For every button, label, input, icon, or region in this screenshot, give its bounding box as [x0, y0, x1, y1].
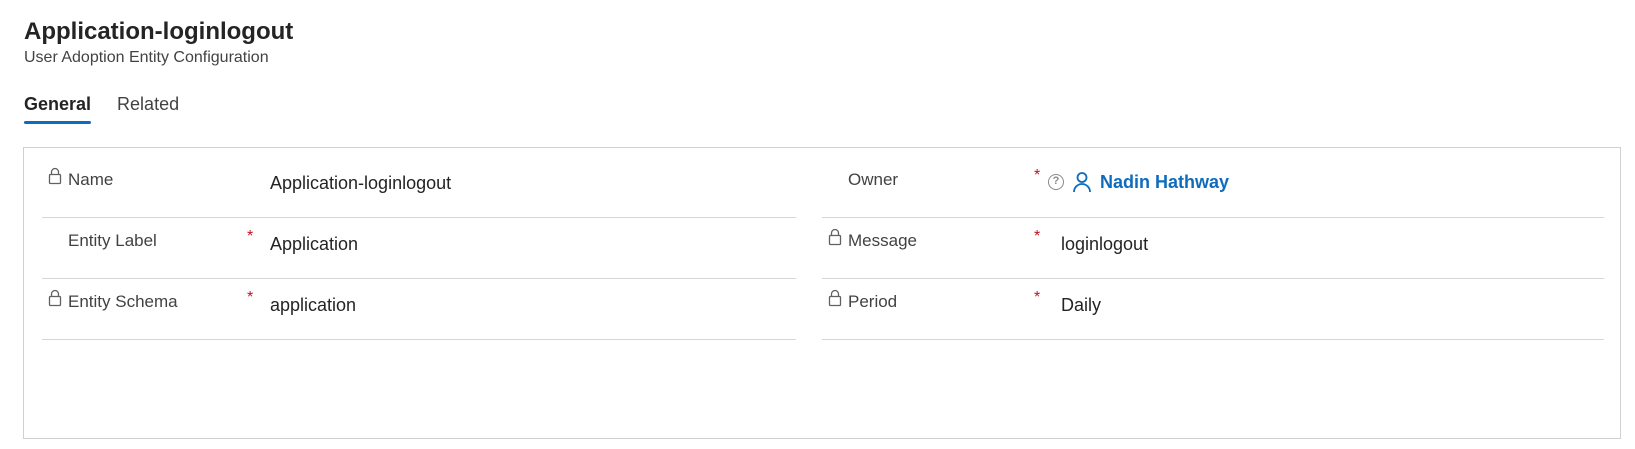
tab-general[interactable]: General [24, 92, 92, 124]
field-label-owner: Owner [848, 170, 899, 189]
lock-icon [48, 289, 62, 307]
tab-related[interactable]: Related [117, 92, 179, 124]
owner-link[interactable]: Nadin Hathway [1100, 172, 1229, 193]
required-indicator: * [247, 228, 254, 245]
field-label-entity-schema: Entity Schema [68, 292, 178, 311]
tab-list: General Related [24, 92, 179, 124]
field-label-period: Period [848, 292, 898, 311]
field-period: Period * Daily [822, 279, 1604, 340]
page-subtitle: User Adoption Entity Configuration [24, 49, 269, 66]
field-value-message[interactable]: loginlogout [1061, 233, 1148, 255]
field-label-message: Message [848, 231, 917, 250]
lock-icon [828, 228, 842, 246]
field-entity-label: Entity Label * Application [42, 218, 796, 279]
lock-icon [48, 167, 62, 185]
field-value-name[interactable]: Application-loginlogout [270, 172, 451, 194]
field-name: Name Application-loginlogout [42, 157, 796, 218]
required-indicator: * [1034, 289, 1041, 306]
lock-icon [828, 289, 842, 307]
field-message: Message * loginlogout [822, 218, 1604, 279]
field-label-entity-label: Entity Label [68, 231, 157, 250]
required-indicator: * [1034, 167, 1041, 184]
form-column-left: Name Application-loginlogout Entity Labe… [42, 157, 796, 340]
field-label-name: Name [68, 170, 114, 189]
person-icon [1073, 172, 1091, 193]
field-value-period[interactable]: Daily [1061, 294, 1101, 316]
form-column-right: Owner * ? Nadin Hathway Message * loginl… [822, 157, 1604, 340]
help-icon[interactable]: ? [1048, 174, 1064, 190]
general-section: Name Application-loginlogout Entity Labe… [23, 147, 1621, 439]
required-indicator: * [247, 289, 254, 306]
owner-lookup: ? Nadin Hathway [1048, 171, 1229, 193]
field-entity-schema: Entity Schema * application [42, 279, 796, 340]
field-value-entity-schema[interactable]: application [270, 294, 356, 316]
required-indicator: * [1034, 228, 1041, 245]
page-header: Application-loginlogout User Adoption En… [24, 16, 293, 68]
field-value-entity-label[interactable]: Application [270, 233, 358, 255]
page-title: Application-loginlogout [24, 18, 294, 45]
field-owner: Owner * ? Nadin Hathway [822, 157, 1604, 218]
